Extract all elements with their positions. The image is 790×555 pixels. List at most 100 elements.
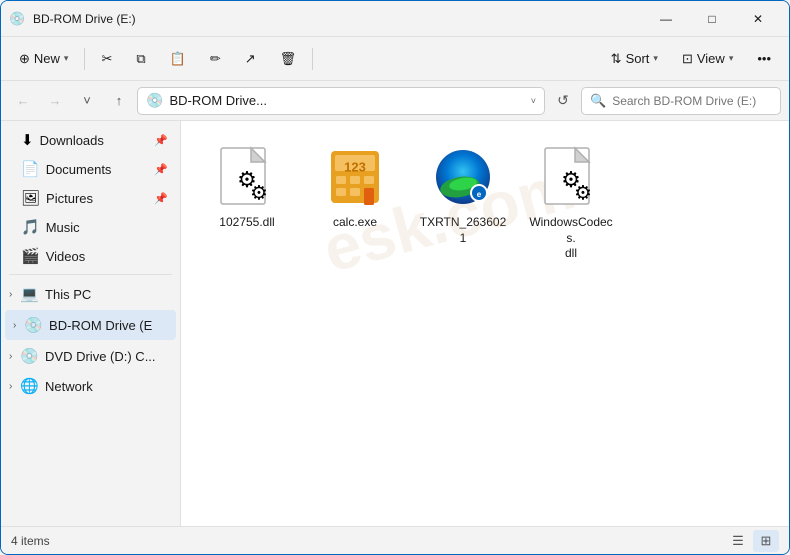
sort-icon: ⇅ xyxy=(611,51,622,67)
this-pc-chevron-icon: › xyxy=(9,289,12,300)
rename-button[interactable]: ✏ xyxy=(200,43,231,75)
titlebar-title: BD-ROM Drive (E:) xyxy=(33,12,643,26)
refresh-button[interactable]: ↺ xyxy=(549,87,577,115)
dll1-name: 102755.dll xyxy=(219,215,274,231)
sidebar-item-pictures[interactable]: 🖼 Pictures 📌 xyxy=(5,184,176,212)
share-button[interactable]: ↗ xyxy=(235,43,266,75)
dvd-icon: 💿 xyxy=(20,347,39,365)
sidebar-item-documents[interactable]: 📄 Documents 📌 xyxy=(5,155,176,183)
network-chevron-icon: › xyxy=(9,381,12,392)
calc-name: calc.exe xyxy=(333,215,377,231)
search-icon: 🔍 xyxy=(590,93,606,109)
statusbar: 4 items ☰ ⊞ xyxy=(1,526,789,554)
downloads-icon: ⬇ xyxy=(21,131,34,149)
sidebar-item-music[interactable]: 🎵 Music xyxy=(5,213,176,241)
grid-view-button[interactable]: ⊞ xyxy=(753,530,779,552)
bdrom-icon: 💿 xyxy=(24,316,43,334)
dll2-icon-wrapper: ⚙ ⚙ xyxy=(539,145,603,209)
view-icon: ⊡ xyxy=(682,51,693,67)
pin-icon: 📌 xyxy=(154,134,168,147)
address-path: BD-ROM Drive... xyxy=(169,93,524,108)
paste-button[interactable]: 📋 xyxy=(160,43,196,75)
pin-icon-pics: 📌 xyxy=(154,192,168,205)
titlebar-app-icon: 💿 xyxy=(9,11,25,27)
sidebar-item-downloads[interactable]: ⬇ Downloads 📌 xyxy=(5,126,176,154)
minimize-button[interactable]: — xyxy=(643,1,689,37)
file-item-edge[interactable]: e TXRTN_2636021 xyxy=(413,137,513,270)
sidebar: ⬇ Downloads 📌 📄 Documents 📌 🖼 Pictures 📌… xyxy=(1,121,181,526)
copy-button[interactable]: ⧉ xyxy=(126,43,155,75)
calc-icon: 123 xyxy=(327,149,383,205)
dll2-name: WindowsCodecs.dll xyxy=(525,215,617,262)
address-chevron-icon: ˅ xyxy=(531,96,536,106)
up-button[interactable]: ↑ xyxy=(105,87,133,115)
view-button[interactable]: ⊡ View ▾ xyxy=(672,43,743,75)
svg-text:⚙: ⚙ xyxy=(574,182,592,204)
new-chevron-icon: ▾ xyxy=(64,53,69,64)
bdrom-chevron-icon: › xyxy=(13,320,16,331)
sidebar-item-dvd[interactable]: › 💿 DVD Drive (D:) C... xyxy=(1,341,180,371)
pin-icon-docs: 📌 xyxy=(154,163,168,176)
file-item-dll2[interactable]: ⚙ ⚙ WindowsCodecs.dll xyxy=(521,137,621,270)
addressbar: ← → ˅ ↑ 💿 BD-ROM Drive... ˅ ↺ 🔍 xyxy=(1,81,789,121)
new-button[interactable]: ⊕ New ▾ xyxy=(9,43,78,75)
toolbar-sep2 xyxy=(312,48,313,70)
dll1-icon: ⚙ ⚙ xyxy=(219,146,275,208)
paste-icon: 📋 xyxy=(170,51,186,67)
edge-name: TXRTN_2636021 xyxy=(417,215,509,246)
toolbar: ⊕ New ▾ ✂ ⧉ 📋 ✏ ↗ 🗑 ⇅ Sort ▾ ⊡ xyxy=(1,37,789,81)
search-input[interactable] xyxy=(612,94,772,108)
dvd-chevron-icon: › xyxy=(9,351,12,362)
sidebar-item-network[interactable]: › 🌐 Network xyxy=(1,371,180,401)
address-drive-icon: 💿 xyxy=(146,92,163,109)
delete-button[interactable]: 🗑 xyxy=(270,43,307,75)
file-item-calc[interactable]: 123 calc.exe xyxy=(305,137,405,270)
rename-icon: ✏ xyxy=(210,51,221,67)
sort-button[interactable]: ⇅ Sort ▾ xyxy=(601,43,668,75)
svg-text:123: 123 xyxy=(344,159,366,174)
toolbar-sep1 xyxy=(84,48,85,70)
share-icon: ↗ xyxy=(245,51,256,67)
copy-icon: ⧉ xyxy=(136,51,145,67)
view-chevron-icon: ▾ xyxy=(729,53,734,64)
back-button[interactable]: ← xyxy=(9,87,37,115)
more-button[interactable]: ••• xyxy=(747,43,781,75)
calc-icon-wrapper: 123 xyxy=(323,145,387,209)
titlebar: 💿 BD-ROM Drive (E:) — □ ✕ xyxy=(1,1,789,37)
sidebar-item-videos[interactable]: 🎬 Videos xyxy=(5,242,176,270)
sort-chevron-icon: ▾ xyxy=(653,53,658,64)
forward-button[interactable]: → xyxy=(41,87,69,115)
pictures-icon: 🖼 xyxy=(21,189,40,207)
dll1-icon-wrapper: ⚙ ⚙ xyxy=(215,145,279,209)
file-item-dll1[interactable]: ⚙ ⚙ 102755.dll xyxy=(197,137,297,270)
search-box[interactable]: 🔍 xyxy=(581,87,781,115)
documents-icon: 📄 xyxy=(21,160,40,178)
sidebar-item-this-pc[interactable]: › 💻 This PC xyxy=(1,279,180,309)
new-icon: ⊕ xyxy=(19,51,30,67)
file-area: esk.com ⚙ ⚙ 102755.dll xyxy=(181,121,789,526)
list-view-button[interactable]: ☰ xyxy=(725,530,751,552)
cut-icon: ✂ xyxy=(101,51,112,67)
sidebar-item-bdrom[interactable]: › 💿 BD-ROM Drive (E xyxy=(5,310,176,340)
view-toggle: ☰ ⊞ xyxy=(725,530,779,552)
delete-icon: 🗑 xyxy=(280,51,297,67)
svg-text:e: e xyxy=(477,190,482,199)
edge-icon-wrapper: e xyxy=(431,145,495,209)
videos-icon: 🎬 xyxy=(21,247,40,265)
edge-icon: e xyxy=(435,149,491,205)
close-button[interactable]: ✕ xyxy=(735,1,781,37)
this-pc-icon: 💻 xyxy=(20,285,39,303)
titlebar-controls: — □ ✕ xyxy=(643,1,781,37)
network-icon: 🌐 xyxy=(20,377,39,395)
cut-button[interactable]: ✂ xyxy=(91,43,122,75)
sidebar-divider1 xyxy=(9,274,172,275)
dll2-icon: ⚙ ⚙ xyxy=(543,146,599,208)
music-icon: 🎵 xyxy=(21,218,40,236)
address-bar[interactable]: 💿 BD-ROM Drive... ˅ xyxy=(137,87,545,115)
main-content: ⬇ Downloads 📌 📄 Documents 📌 🖼 Pictures 📌… xyxy=(1,121,789,526)
svg-text:⚙: ⚙ xyxy=(250,182,268,204)
more-icon: ••• xyxy=(757,51,771,66)
status-items-count: 4 items xyxy=(11,534,50,548)
maximize-button[interactable]: □ xyxy=(689,1,735,37)
up-dropdown-button[interactable]: ˅ xyxy=(73,87,101,115)
